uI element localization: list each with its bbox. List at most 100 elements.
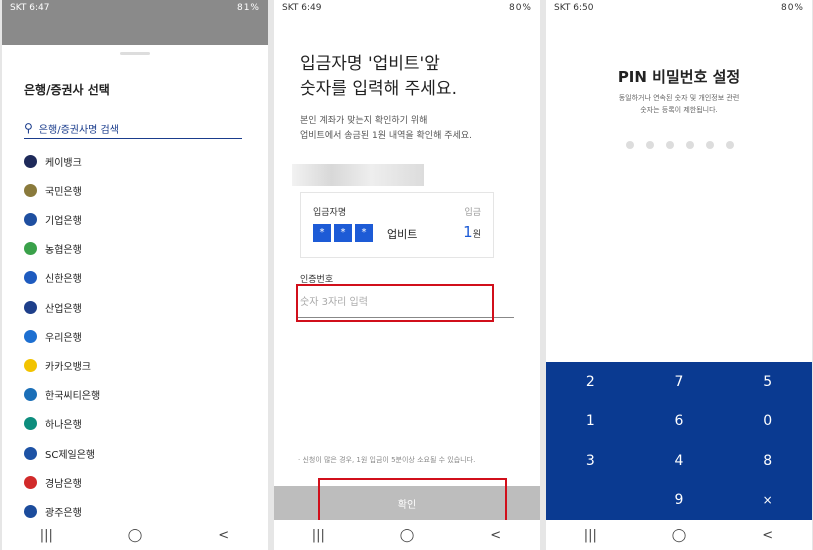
home-button[interactable]: ◯ [120, 528, 150, 543]
bank-name: 케이뱅크 [45, 157, 82, 169]
instruction-line-1: 본인 계좌가 맞는지 확인하기 위해 [300, 116, 428, 126]
empty-key [546, 481, 635, 521]
back-button[interactable]: < [481, 528, 511, 543]
bank-search-field[interactable]: ⚲ 은행/증권사명 검색 [24, 118, 242, 139]
pin-desc-line-2: 숫자는 등록이 제한됩니다. [640, 106, 718, 114]
bank-list-item[interactable]: 케이뱅크 [24, 151, 82, 171]
instructions: 본인 계좌가 맞는지 확인하기 위해 업비트에서 송금된 1원 내역을 확인해 … [300, 114, 472, 144]
bank-name: 국민은행 [45, 186, 82, 198]
masked-digits: * * * [313, 224, 373, 242]
status-bar: SKT 6:50 80% [546, 0, 812, 16]
deposit-card: 입금자명 입금 * * * 업비트 1원 [300, 192, 494, 258]
status-carrier-time: SKT 6:50 [554, 3, 594, 13]
recent-apps-button[interactable]: ||| [575, 528, 605, 543]
search-icon: ⚲ [24, 121, 33, 135]
bank-name: 기업은행 [45, 215, 82, 227]
search-placeholder: 은행/증권사명 검색 [38, 124, 119, 136]
keypad-key[interactable]: 5 [723, 362, 812, 402]
home-button[interactable]: ◯ [664, 528, 694, 543]
status-battery: 80% [780, 3, 804, 13]
back-button[interactable]: < [753, 528, 783, 543]
bank-name: SC제일은행 [45, 449, 96, 461]
pin-dot [626, 141, 634, 149]
bank-name: 한국씨티은행 [45, 391, 101, 403]
confirm-button[interactable]: 확인 [274, 486, 540, 520]
bank-name: 광주은행 [45, 507, 82, 519]
keypad-key[interactable]: 4 [635, 441, 724, 481]
masked-digit: * [355, 224, 373, 242]
bank-logo-icon [24, 504, 37, 518]
pin-dot [726, 141, 734, 149]
keypad-key[interactable]: 3 [546, 441, 635, 481]
bank-list-item[interactable]: 경남은행 [24, 472, 82, 492]
bank-list-item[interactable]: 기업은행 [24, 209, 82, 229]
keypad-key[interactable]: 2 [546, 362, 635, 402]
bank-logo-icon [24, 154, 37, 168]
android-navbar: ||| ◯ < [274, 520, 540, 550]
bank-name: 하나은행 [45, 420, 82, 432]
keypad-key[interactable]: 1 [546, 402, 635, 442]
bank-logo-icon [24, 300, 37, 314]
back-button[interactable]: < [209, 528, 239, 543]
keypad-key[interactable]: 7 [635, 362, 724, 402]
bank-list-item[interactable]: 산업은행 [24, 297, 82, 317]
bank-logo-icon [24, 271, 37, 285]
keypad-key[interactable]: 8 [723, 441, 812, 481]
bank-list-item[interactable]: 국민은행 [24, 180, 82, 200]
recent-apps-button[interactable]: ||| [31, 528, 61, 543]
deposit-amount: 1원 [463, 223, 481, 241]
pin-dot [666, 141, 674, 149]
delete-key[interactable]: × [723, 481, 812, 521]
bank-logo-icon [24, 417, 37, 431]
bank-list-item[interactable]: 신한은행 [24, 268, 82, 288]
status-battery: 81% [236, 3, 260, 13]
deposit-label: 입금 [464, 208, 481, 218]
status-bar: SKT 6:47 81% [2, 0, 268, 16]
verification-code-label: 인증번호 [300, 275, 334, 285]
bank-list-item[interactable]: 농협은행 [24, 239, 82, 259]
home-button[interactable]: ◯ [392, 528, 422, 543]
bank-logo-icon [24, 475, 37, 489]
bank-logo-icon [24, 388, 37, 402]
bank-name: 경남은행 [45, 478, 82, 490]
android-navbar: ||| ◯ < [2, 520, 268, 550]
bank-name: 카카오뱅크 [45, 361, 91, 373]
instruction-line-2: 업비트에서 송금된 1원 내역을 확인해 주세요. [300, 131, 472, 141]
verification-code-input[interactable] [296, 286, 520, 318]
status-carrier-time: SKT 6:49 [282, 3, 322, 13]
bank-logo-icon [24, 358, 37, 372]
status-bar: SKT 6:49 80% [274, 0, 540, 16]
delay-notice: · 신청이 많은 경우, 1원 입금이 5분이상 소요될 수 있습니다. [298, 456, 476, 464]
bank-name: 농협은행 [45, 245, 82, 257]
bank-list-item[interactable]: 카카오뱅크 [24, 355, 91, 375]
keypad-key[interactable]: 0 [723, 402, 812, 442]
android-navbar: ||| ◯ < [546, 520, 812, 550]
bank-list-item[interactable]: 하나은행 [24, 414, 82, 434]
bank-list-item[interactable]: SC제일은행 [24, 443, 95, 463]
depositor-label: 입금자명 [313, 208, 347, 218]
pin-desc-line-1: 동일하거나 연속된 숫자 및 개인정보 관련 [618, 94, 740, 102]
bank-name: 신한은행 [45, 274, 82, 286]
recent-apps-button[interactable]: ||| [303, 528, 333, 543]
bank-logo-icon [24, 212, 37, 226]
pin-setup-screen: SKT 6:50 80% PIN 비밀번호 설정 동일하거나 연속된 숫자 및 … [546, 0, 812, 550]
bank-name: 산업은행 [45, 303, 82, 315]
bank-list-item[interactable]: 광주은행 [24, 501, 82, 521]
bottom-sheet: 은행/증권사 선택 ⚲ 은행/증권사명 검색 케이뱅크국민은행기업은행농협은행신… [2, 45, 268, 520]
bank-logo-icon [24, 242, 37, 256]
pin-dot [686, 141, 694, 149]
masked-digit: * [313, 224, 331, 242]
depositor-name: 업비트 [387, 228, 418, 241]
pin-dot [646, 141, 654, 149]
sheet-handle[interactable] [120, 52, 150, 55]
status-battery: 80% [508, 3, 532, 13]
keypad-key[interactable]: 9 [635, 481, 724, 521]
bank-list-item[interactable]: 우리은행 [24, 326, 82, 346]
bank-list-item[interactable]: 한국씨티은행 [24, 385, 100, 405]
title-line-1: 입금자명 '업비트'앞 [300, 54, 440, 74]
verification-screen: SKT 6:49 80% 입금자명 '업비트'앞 숫자를 입력해 주세요. 본인… [274, 0, 540, 550]
bank-select-screen: SKT 6:47 81% 은행/증권사 선택 ⚲ 은행/증권사명 검색 케이뱅크… [2, 0, 268, 550]
title-line-2: 숫자를 입력해 주세요. [300, 79, 457, 99]
sheet-title: 은행/증권사 선택 [24, 83, 110, 97]
keypad-key[interactable]: 6 [635, 402, 724, 442]
